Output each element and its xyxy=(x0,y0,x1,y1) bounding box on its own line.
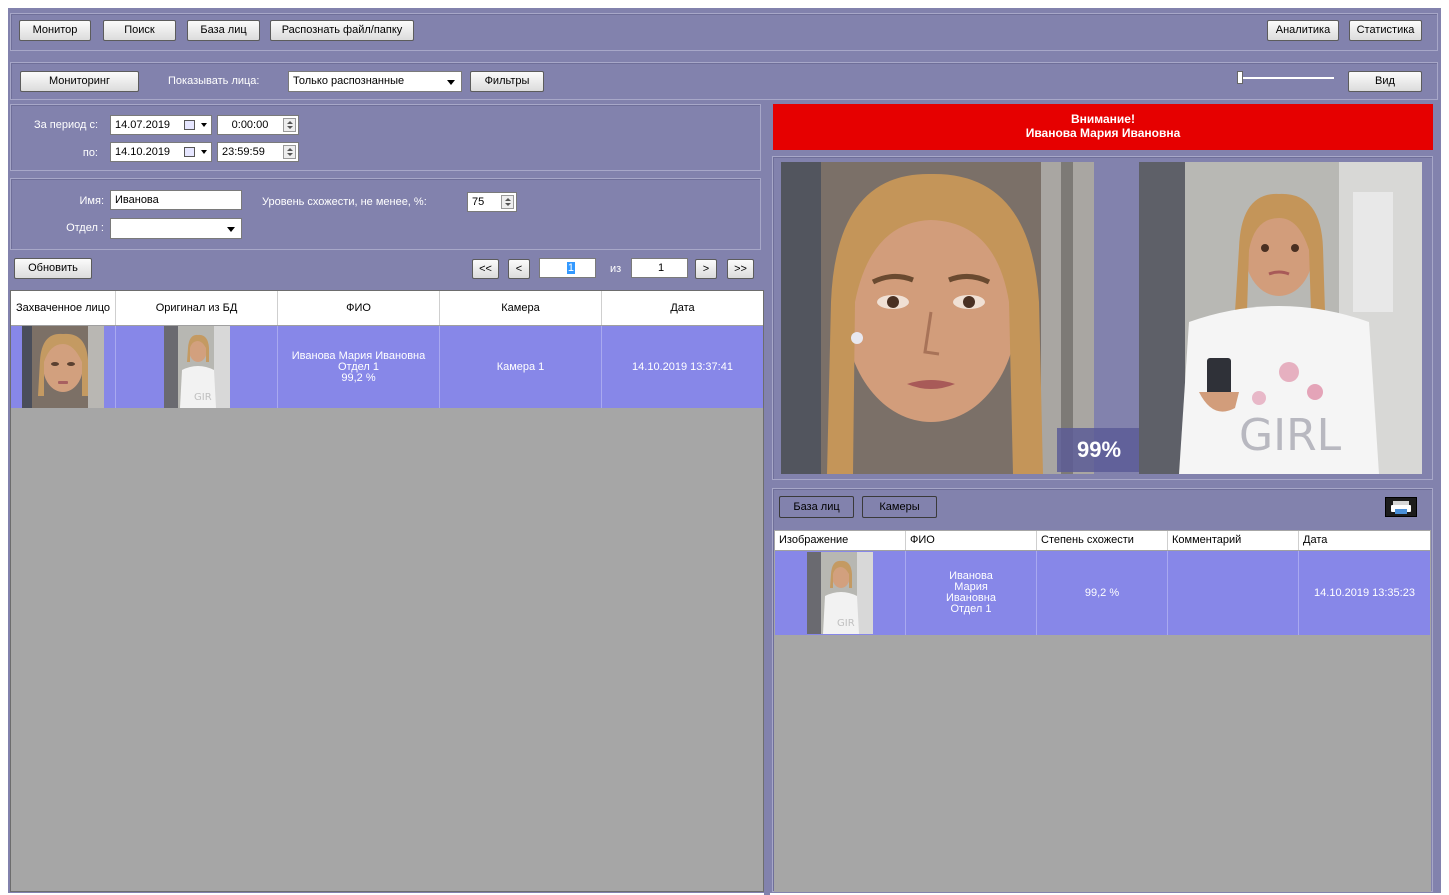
col-original-db[interactable]: Оригинал из БД xyxy=(116,291,278,325)
next-page-button[interactable]: > xyxy=(695,259,717,279)
comment-cell xyxy=(1168,551,1299,635)
captured-face-cell xyxy=(11,326,116,408)
row-score: 99,2 % xyxy=(341,371,376,384)
tab-cameras[interactable]: Камеры xyxy=(862,496,937,518)
svg-text:GIR: GIR xyxy=(837,618,855,629)
alert-title: Внимание! xyxy=(1071,112,1135,126)
period-to-label: по: xyxy=(82,147,98,159)
period-from-label: За период с: xyxy=(33,119,98,131)
chevron-down-icon xyxy=(227,227,235,232)
filter-panel xyxy=(10,178,761,250)
col-camera[interactable]: Камера xyxy=(440,291,602,325)
fio-cell: Иванова Мария Ивановна Отдел 1 xyxy=(906,551,1037,635)
db-image-thumbnail: GIR xyxy=(807,552,873,634)
col-date[interactable]: Дата xyxy=(1299,531,1430,550)
shirt-print-text: GIRL xyxy=(1239,410,1342,461)
calendar-icon[interactable] xyxy=(184,147,195,157)
to-date-field[interactable]: 14.10.2019 xyxy=(110,142,212,162)
match-percent-badge: 99% xyxy=(1057,428,1141,472)
show-faces-value: Только распознанные xyxy=(293,75,405,87)
row-dept: Отдел 1 xyxy=(338,360,379,373)
svg-text:GIR: GIR xyxy=(194,392,212,403)
table-row[interactable]: GIR Иванова Мария Ивановна Отдел 1 99,2 … xyxy=(11,326,763,408)
similarity-spinner-icon[interactable] xyxy=(501,195,514,209)
page-input[interactable]: 1 xyxy=(539,258,596,278)
show-faces-select[interactable]: Только распознанные xyxy=(288,71,462,92)
camera-cell: Камера 1 xyxy=(440,326,602,408)
date-cell: 14.10.2019 13:37:41 xyxy=(632,360,733,373)
view-button[interactable]: Вид xyxy=(1348,71,1422,92)
total-pages-field: 1 xyxy=(631,258,688,278)
filters-button[interactable]: Фильтры xyxy=(470,71,544,92)
chevron-down-icon xyxy=(447,80,455,85)
date-cell: 14.10.2019 13:35:23 xyxy=(1314,586,1415,599)
calendar-icon[interactable] xyxy=(184,120,195,130)
time-spinner-icon[interactable] xyxy=(283,118,296,132)
total-pages-value: 1 xyxy=(658,262,665,274)
similarity-cell: 99,2 % xyxy=(1037,551,1168,635)
chevron-down-icon[interactable] xyxy=(201,123,207,127)
image-cell: GIR xyxy=(775,551,906,635)
col-captured-face[interactable]: Захваченное лицо xyxy=(11,291,116,325)
alert-banner: Внимание! Иванова Мария Ивановна xyxy=(773,104,1433,150)
matches-table-header: Изображение ФИО Степень схожести Коммент… xyxy=(775,531,1430,551)
similarity-value: 75 xyxy=(472,196,485,208)
first-page-button[interactable]: << xyxy=(472,259,499,279)
fio-cell: Иванова Мария Ивановна Отдел 1 99,2 % xyxy=(278,326,440,408)
results-table-header: Захваченное лицо Оригинал из БД ФИО Каме… xyxy=(11,291,763,326)
refresh-button[interactable]: Обновить xyxy=(14,258,92,279)
original-db-cell: GIR xyxy=(116,326,278,408)
tab-face-db[interactable]: База лиц xyxy=(779,496,854,518)
original-db-large: GIRL xyxy=(1139,162,1422,474)
captured-face-thumbnail xyxy=(22,326,104,408)
search-button[interactable]: Поиск xyxy=(103,20,176,41)
monitor-button[interactable]: Монитор xyxy=(19,20,91,41)
col-image[interactable]: Изображение xyxy=(775,531,906,550)
col-fio[interactable]: ФИО xyxy=(906,531,1037,550)
recognize-file-button[interactable]: Распознать файл/папку xyxy=(270,20,414,41)
col-comment[interactable]: Комментарий xyxy=(1168,531,1299,550)
zoom-slider[interactable] xyxy=(1238,77,1334,79)
analytics-button[interactable]: Аналитика xyxy=(1267,20,1339,41)
to-date-value: 14.10.2019 xyxy=(115,146,171,158)
table-row[interactable]: GIR Иванова Мария Ивановна Отдел 1 99,2 … xyxy=(775,551,1430,635)
from-time-value: 0:00:00 xyxy=(231,119,269,131)
print-icon[interactable] xyxy=(1385,497,1417,517)
face-db-button[interactable]: База лиц xyxy=(187,20,260,41)
from-time-field[interactable]: 0:00:00 xyxy=(217,115,299,135)
zoom-slider-handle[interactable] xyxy=(1237,71,1243,84)
show-faces-label: Показывать лица: xyxy=(168,75,260,87)
dept-label: Отдел : xyxy=(66,222,104,234)
from-date-field[interactable]: 14.07.2019 xyxy=(110,115,212,135)
splitter[interactable] xyxy=(764,100,770,895)
dept-select[interactable] xyxy=(110,218,242,239)
row-name: Иванова Мария Ивановна xyxy=(291,349,426,362)
similarity-input[interactable]: 75 xyxy=(467,192,517,212)
to-time-value: 23:59:59 xyxy=(222,146,265,158)
time-spinner-icon[interactable] xyxy=(283,145,296,159)
to-time-field[interactable]: 23:59:59 xyxy=(217,142,299,162)
statistics-button[interactable]: Статистика xyxy=(1349,20,1422,41)
monitoring-button[interactable]: Мониторинг xyxy=(20,71,139,92)
col-fio[interactable]: ФИО xyxy=(278,291,440,325)
captured-face-large xyxy=(781,162,1094,474)
page-value: 1 xyxy=(566,262,575,274)
name-label: Имя: xyxy=(79,195,104,207)
name-input[interactable]: Иванова xyxy=(110,190,242,210)
from-date-value: 14.07.2019 xyxy=(115,119,171,131)
similarity-label: Уровень схожести, не менее, %: xyxy=(262,196,427,208)
col-similarity[interactable]: Степень схожести xyxy=(1037,531,1168,550)
page-of-label: из xyxy=(610,263,622,275)
alert-person-name: Иванова Мария Ивановна xyxy=(1025,126,1181,140)
last-page-button[interactable]: >> xyxy=(727,259,754,279)
match-dept: Отдел 1 xyxy=(950,603,992,615)
chevron-down-icon[interactable] xyxy=(201,150,207,154)
prev-page-button[interactable]: < xyxy=(508,259,530,279)
original-db-thumbnail: GIR xyxy=(163,326,230,408)
col-date[interactable]: Дата xyxy=(602,291,763,325)
